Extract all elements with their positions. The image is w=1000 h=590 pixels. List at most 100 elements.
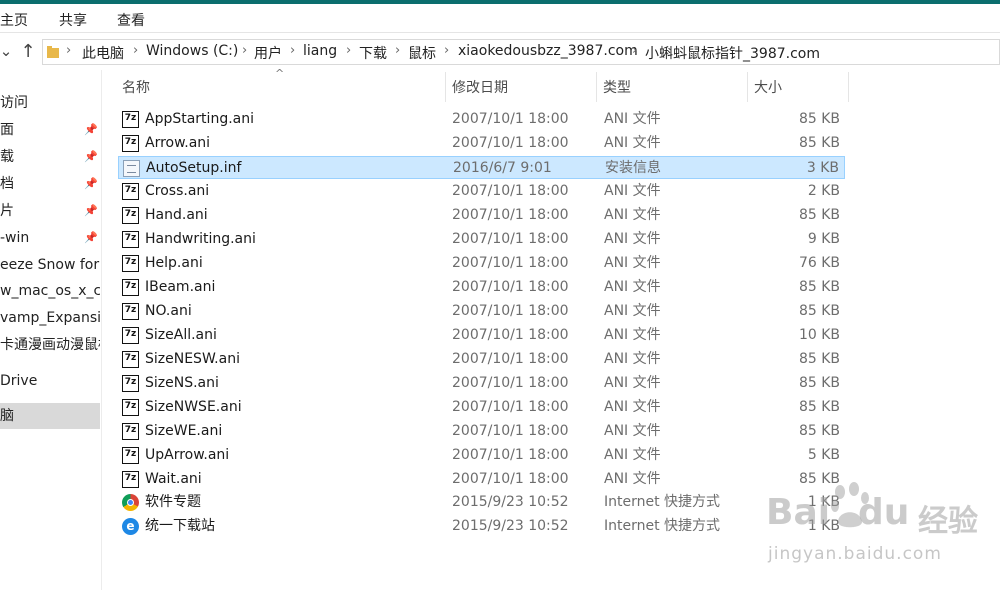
file-date: 2007/10/1 18:00 — [452, 207, 569, 223]
pin-icon: 📌 — [84, 123, 98, 136]
breadcrumb-item[interactable]: 下载 — [359, 43, 387, 63]
watermark-brand-jingyan: 经验 — [918, 504, 978, 539]
nav-item[interactable]: 卡通漫画动漫鼠标指 — [0, 332, 100, 358]
file-size: 76 KB — [798, 255, 840, 271]
column-header-name[interactable]: 名称 — [122, 76, 442, 100]
file-type: ANI 文件 — [604, 183, 661, 199]
navigation-pane: 访问 面📌 载📌 档📌 片📌 -win📌 eeze Snow for W w_m… — [0, 70, 102, 590]
nav-item[interactable]: 访问 — [0, 90, 100, 116]
file-row[interactable]: 7z SizeNS.ani 2007/10/1 18:00 ANI 文件 85 … — [118, 372, 845, 395]
file-type: ANI 文件 — [604, 471, 661, 487]
file-row[interactable]: e 统一下载站 2015/9/23 10:52 Internet 快捷方式 1 … — [118, 515, 845, 538]
tab-view[interactable]: 查看 — [117, 10, 145, 30]
archive-7z-icon: 7z — [122, 447, 139, 464]
column-divider[interactable] — [747, 72, 748, 102]
archive-7z-icon: 7z — [122, 183, 139, 200]
up-arrow-icon[interactable]: ↑ — [16, 33, 40, 69]
nav-item[interactable]: vamp_Expansion — [0, 305, 100, 331]
file-date: 2007/10/1 18:00 — [452, 303, 569, 319]
column-header-size[interactable]: 大小 — [754, 76, 844, 100]
nav-item[interactable]: 面 📌 — [0, 117, 100, 143]
file-name: Wait.ani — [145, 471, 202, 487]
breadcrumb-separator-icon: › — [346, 43, 352, 58]
breadcrumb-item[interactable]: 此电脑 — [82, 43, 124, 63]
file-row[interactable]: 软件专题 2015/9/23 10:52 Internet 快捷方式 1 KB — [118, 491, 845, 514]
file-row[interactable]: 7z IBeam.ani 2007/10/1 18:00 ANI 文件 85 K… — [118, 276, 845, 299]
file-type: Internet 快捷方式 — [604, 518, 721, 534]
nav-item-label: 片 — [0, 203, 14, 219]
column-divider[interactable] — [596, 72, 597, 102]
file-row[interactable]: 7z NO.ani 2007/10/1 18:00 ANI 文件 85 KB — [118, 300, 845, 323]
file-name: SizeNESW.ani — [145, 351, 240, 367]
archive-7z-icon: 7z — [122, 255, 139, 272]
recent-locations-icon[interactable]: ⌄ — [0, 33, 12, 69]
nav-item-label: 档 — [0, 176, 14, 192]
file-row[interactable]: 7z SizeNWSE.ani 2007/10/1 18:00 ANI 文件 8… — [118, 396, 845, 419]
breadcrumb-item[interactable]: liang — [303, 43, 337, 59]
nav-item[interactable]: 档 📌 — [0, 171, 100, 197]
file-size: 9 KB — [807, 231, 840, 247]
nav-item-label: vamp_Expansion — [0, 310, 100, 326]
file-row[interactable]: 7z Help.ani 2007/10/1 18:00 ANI 文件 76 KB — [118, 252, 845, 275]
tab-share[interactable]: 共享 — [59, 10, 87, 30]
file-row[interactable]: 7z AppStarting.ani 2007/10/1 18:00 ANI 文… — [118, 108, 845, 131]
column-divider[interactable] — [848, 72, 849, 102]
tab-home[interactable]: 主页 — [0, 10, 28, 30]
file-size: 85 KB — [798, 207, 840, 223]
file-type: ANI 文件 — [604, 351, 661, 367]
nav-item[interactable]: 片 📌 — [0, 198, 100, 224]
file-size: 3 KB — [806, 160, 839, 176]
file-date: 2007/10/1 18:00 — [452, 183, 569, 199]
file-row[interactable]: 7z Handwriting.ani 2007/10/1 18:00 ANI 文… — [118, 228, 845, 251]
nav-item-label: 卡通漫画动漫鼠标指 — [0, 337, 100, 353]
nav-item[interactable]: -win 📌 — [0, 225, 100, 251]
file-name: SizeWE.ani — [145, 423, 223, 439]
nav-item[interactable]: w_mac_os_x_cur — [0, 278, 100, 304]
file-row[interactable]: 7z SizeNESW.ani 2007/10/1 18:00 ANI 文件 8… — [118, 348, 845, 371]
nav-item-label: 脑 — [0, 408, 14, 424]
file-type: ANI 文件 — [604, 111, 661, 127]
file-row[interactable]: 7z Arrow.ani 2007/10/1 18:00 ANI 文件 85 K… — [118, 132, 845, 155]
file-row[interactable]: 7z SizeAll.ani 2007/10/1 18:00 ANI 文件 10… — [118, 324, 845, 347]
column-divider[interactable] — [445, 72, 446, 102]
archive-7z-icon: 7z — [122, 135, 139, 152]
file-type: ANI 文件 — [604, 447, 661, 463]
file-type: ANI 文件 — [604, 375, 661, 391]
file-type: ANI 文件 — [604, 231, 661, 247]
pin-icon: 📌 — [84, 150, 98, 163]
file-name: SizeNS.ani — [145, 375, 219, 391]
file-date: 2007/10/1 18:00 — [452, 279, 569, 295]
nav-item-label: w_mac_os_x_cur — [0, 283, 100, 299]
file-date: 2007/10/1 18:00 — [452, 351, 569, 367]
column-header-type[interactable]: 类型 — [603, 76, 743, 100]
file-row[interactable]: 7z Wait.ani 2007/10/1 18:00 ANI 文件 85 KB — [118, 468, 845, 491]
breadcrumb-item[interactable]: xiaokedousbzz_3987.com — [458, 43, 638, 59]
archive-7z-icon: 7z — [122, 111, 139, 128]
pin-icon: 📌 — [84, 204, 98, 217]
file-size: 5 KB — [807, 447, 840, 463]
nav-item[interactable]: 载 📌 — [0, 144, 100, 170]
file-size: 85 KB — [798, 279, 840, 295]
archive-7z-icon: 7z — [122, 207, 139, 224]
file-type: ANI 文件 — [604, 303, 661, 319]
file-row[interactable]: 7z Cross.ani 2007/10/1 18:00 ANI 文件 2 KB — [118, 180, 845, 203]
nav-item-selected[interactable]: 脑 — [0, 403, 100, 429]
nav-item[interactable]: eeze Snow for W — [0, 252, 100, 278]
column-header-date[interactable]: 修改日期 — [452, 76, 592, 100]
breadcrumb-item[interactable]: 用户 — [254, 43, 282, 63]
file-row-selected[interactable]: AutoSetup.inf 2016/6/7 9:01 安装信息 3 KB — [118, 156, 845, 179]
breadcrumb-item[interactable]: Windows (C:) — [146, 43, 238, 59]
breadcrumb-separator-icon: › — [395, 43, 401, 58]
file-row[interactable]: 7z UpArrow.ani 2007/10/1 18:00 ANI 文件 5 … — [118, 444, 845, 467]
file-type: ANI 文件 — [604, 255, 661, 271]
baidu-jingyan-watermark: Bai du 经验 jingyan.baidu.com — [758, 482, 998, 572]
breadcrumb-item-current[interactable]: 小蝌蚪鼠标指针_3987.com — [645, 43, 820, 63]
file-row[interactable]: 7z Hand.ani 2007/10/1 18:00 ANI 文件 85 KB — [118, 204, 845, 227]
archive-7z-icon: 7z — [122, 423, 139, 440]
nav-item[interactable]: Drive — [0, 368, 100, 394]
file-name: AppStarting.ani — [145, 111, 254, 127]
file-row[interactable]: 7z SizeWE.ani 2007/10/1 18:00 ANI 文件 85 … — [118, 420, 845, 443]
address-bar[interactable]: › 此电脑 › Windows (C:) › 用户 › liang › 下载 ›… — [42, 39, 1000, 65]
breadcrumb-item[interactable]: 鼠标 — [408, 43, 436, 63]
archive-7z-icon: 7z — [122, 327, 139, 344]
